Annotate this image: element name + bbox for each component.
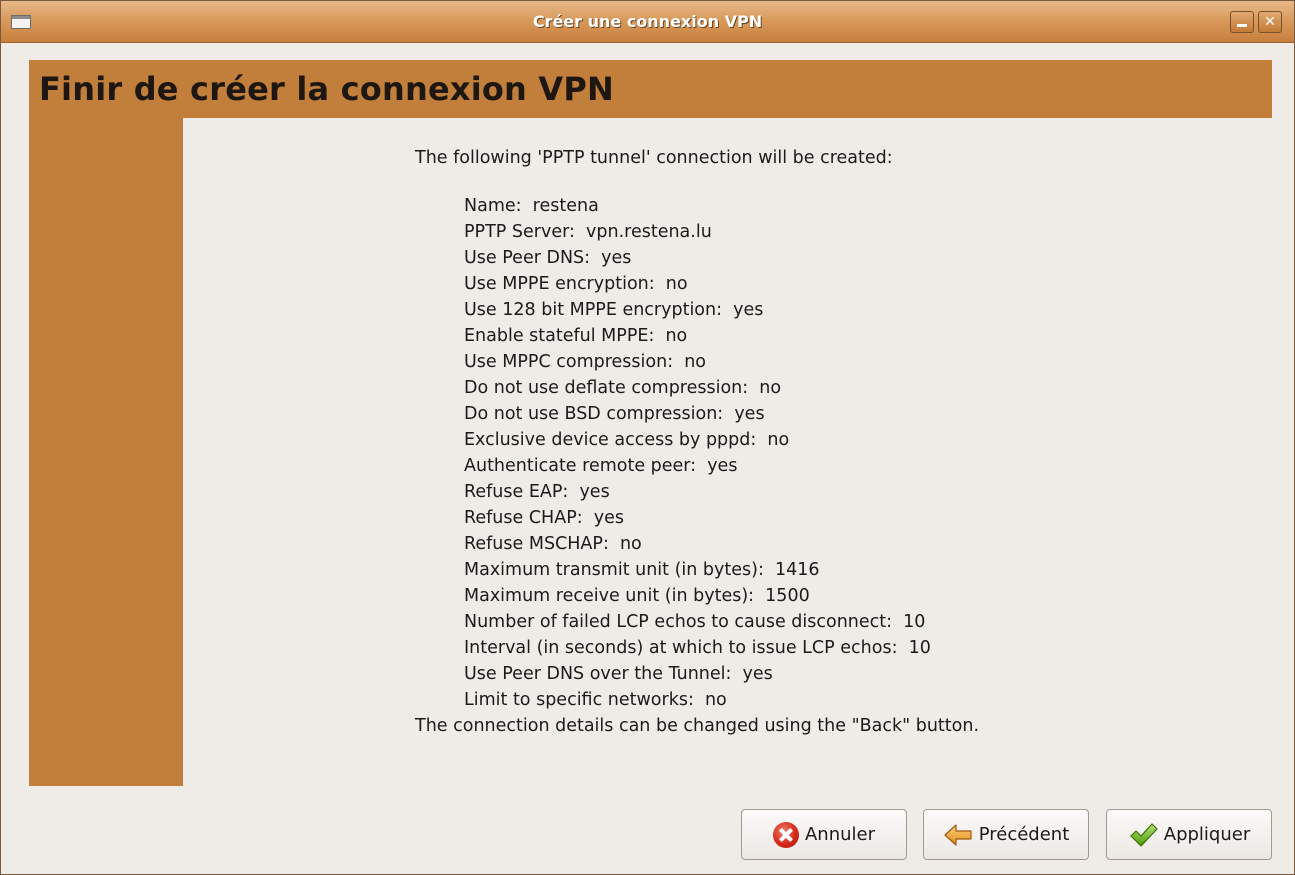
close-icon: ✕ (1264, 14, 1276, 30)
detail-line: Name: restena (464, 196, 599, 216)
detail-line: Use MPPC compression: no (464, 352, 707, 372)
window-titlebar[interactable]: Créer une connexion VPN ✕ (1, 1, 1294, 43)
detail-line: Maximum transmit unit (in bytes): 1416 (464, 560, 820, 580)
detail-line: Refuse EAP: yes (464, 482, 610, 502)
apply-button-label: Appliquer (1163, 824, 1251, 845)
back-button[interactable]: Précédent (923, 809, 1089, 860)
apply-button[interactable]: Appliquer (1106, 809, 1272, 860)
back-arrow-icon (943, 820, 973, 850)
minimize-icon (1237, 24, 1247, 27)
summary-outro: The connection details can be changed us… (415, 716, 980, 736)
detail-line: Limit to specific networks: no (464, 690, 727, 710)
side-bar (29, 118, 183, 786)
summary-intro: The following 'PPTP tunnel' connection w… (415, 148, 893, 168)
detail-line: Do not use BSD compression: yes (464, 404, 765, 424)
detail-line: Authenticate remote peer: yes (464, 456, 738, 476)
detail-line: Interval (in seconds) at which to issue … (464, 638, 931, 658)
close-button[interactable]: ✕ (1258, 11, 1282, 33)
detail-line: Do not use deflate compression: no (464, 378, 782, 398)
cancel-button-label: Annuler (804, 824, 875, 845)
detail-line: Exclusive device access by pppd: no (464, 430, 790, 450)
summary-details: Name: restena PPTP Server: vpn.restena.l… (415, 193, 979, 713)
detail-line: Refuse MSCHAP: no (464, 534, 642, 554)
detail-line: Maximum receive unit (in bytes): 1500 (464, 586, 810, 606)
detail-line: Refuse CHAP: yes (464, 508, 625, 528)
detail-line: Use Peer DNS over the Tunnel: yes (464, 664, 773, 684)
vpn-dialog-window: Créer une connexion VPN ✕ Finir de créer… (0, 0, 1295, 875)
detail-line: Use MPPE encryption: no (464, 274, 688, 294)
detail-line: Use 128 bit MPPE encryption: yes (464, 300, 764, 320)
page-title: Finir de créer la connexion VPN (39, 70, 614, 108)
window-title: Créer une connexion VPN (532, 12, 763, 31)
connection-summary: The following 'PPTP tunnel' connection w… (415, 145, 979, 739)
checkmark-icon (1128, 820, 1158, 850)
cancel-icon (772, 821, 799, 848)
detail-line: PPTP Server: vpn.restena.lu (464, 222, 712, 242)
page-header: Finir de créer la connexion VPN (29, 60, 1272, 118)
detail-line: Number of failed LCP echos to cause disc… (464, 612, 926, 632)
back-button-label: Précédent (978, 824, 1070, 845)
cancel-button[interactable]: Annuler (741, 809, 907, 860)
content-area: The following 'PPTP tunnel' connection w… (183, 118, 1272, 786)
detail-line: Enable stateful MPPE: no (464, 326, 688, 346)
detail-line: Use Peer DNS: yes (464, 248, 632, 268)
minimize-button[interactable] (1230, 11, 1254, 33)
